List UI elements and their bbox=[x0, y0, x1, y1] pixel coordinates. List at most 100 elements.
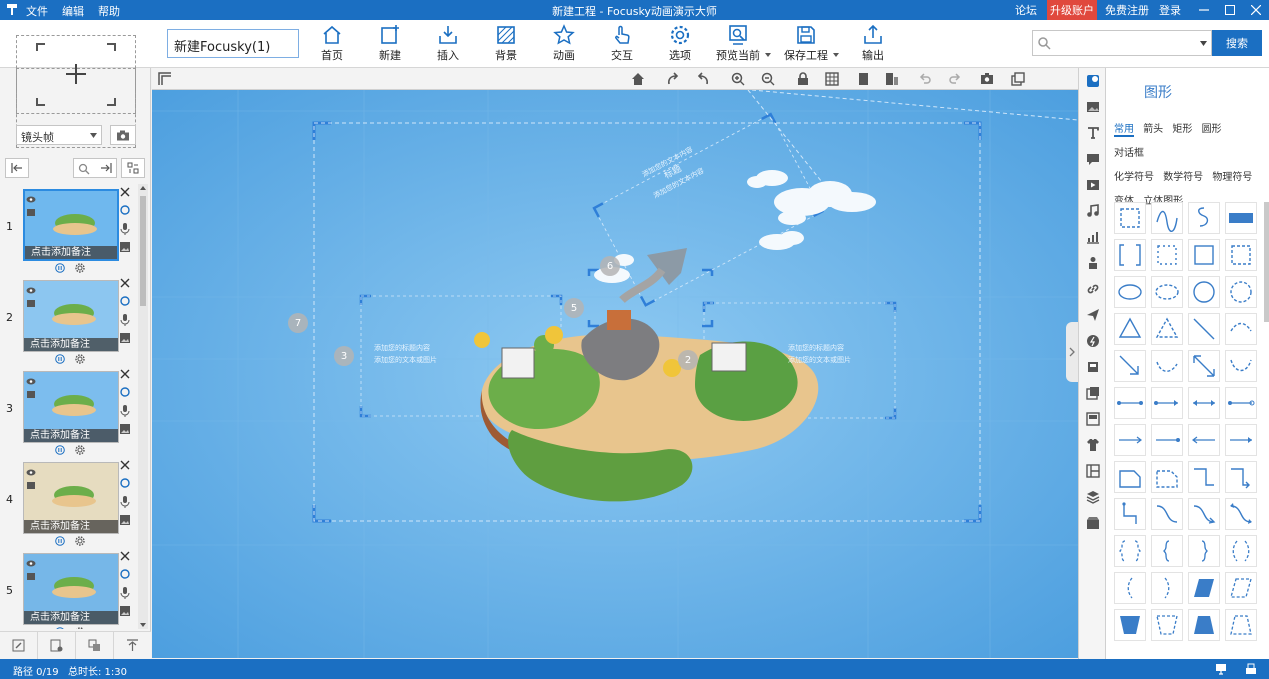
preview-dropdown-icon[interactable] bbox=[765, 53, 771, 57]
shape-paren-right[interactable] bbox=[1151, 572, 1183, 604]
video-icon[interactable] bbox=[1086, 178, 1100, 192]
shape-trapezoid[interactable] bbox=[1114, 609, 1146, 641]
plane-icon[interactable] bbox=[1086, 308, 1100, 322]
rotate-left-icon[interactable] bbox=[696, 72, 710, 86]
slide-settings-gear-icon[interactable] bbox=[75, 263, 85, 273]
path-marker[interactable]: 2 bbox=[678, 350, 698, 370]
shape-trapezoid-dashed[interactable] bbox=[1151, 609, 1183, 641]
shape-double-arrow-diag[interactable] bbox=[1188, 350, 1220, 382]
tab-physics[interactable]: 物理符号 bbox=[1212, 172, 1252, 183]
microphone-icon[interactable] bbox=[120, 223, 130, 235]
pause-icon[interactable] bbox=[55, 354, 65, 364]
shape-line-dots4[interactable] bbox=[1225, 387, 1257, 419]
maximize-icon[interactable] bbox=[1217, 0, 1243, 20]
path-marker[interactable]: 6 bbox=[600, 256, 620, 276]
shape-triangle-dashed[interactable] bbox=[1151, 313, 1183, 345]
shapes-icon[interactable] bbox=[1086, 74, 1100, 88]
animation-effect-icon[interactable] bbox=[120, 295, 130, 307]
scroll-up-icon[interactable] bbox=[140, 186, 146, 190]
shape-curve-arrow[interactable] bbox=[1151, 350, 1183, 382]
slide-thumbnail[interactable]: 3 点击添加备注 bbox=[0, 366, 140, 455]
slide-thumbnail[interactable]: 5 点击添加备注 bbox=[0, 548, 140, 629]
shape-arrow-line[interactable] bbox=[1114, 424, 1146, 456]
shape-rect-fill[interactable] bbox=[1225, 202, 1257, 234]
animation-effect-icon[interactable] bbox=[120, 568, 130, 580]
slide-settings-gear-icon[interactable] bbox=[75, 445, 85, 455]
shape-line-dots3[interactable] bbox=[1188, 387, 1220, 419]
edit-note-button[interactable] bbox=[0, 632, 38, 659]
rotate-right-icon[interactable] bbox=[666, 72, 680, 86]
slide-note[interactable]: 点击添加备注 bbox=[24, 611, 118, 624]
frame-template-icon[interactable] bbox=[1086, 412, 1100, 426]
frame-camera-icon[interactable] bbox=[26, 390, 36, 399]
options-button[interactable]: 选项 bbox=[653, 22, 707, 66]
undo-icon[interactable] bbox=[918, 72, 932, 86]
background-button[interactable]: 背景 bbox=[479, 22, 533, 66]
snap-left-icon[interactable] bbox=[857, 72, 871, 86]
delete-slide-icon[interactable] bbox=[120, 187, 130, 197]
shape-arrow-line3[interactable] bbox=[1188, 424, 1220, 456]
visibility-eye-icon[interactable] bbox=[26, 378, 36, 385]
slide-settings-gear-icon[interactable] bbox=[75, 536, 85, 546]
pause-icon[interactable] bbox=[55, 627, 65, 629]
animation-effect-icon[interactable] bbox=[120, 477, 130, 489]
add-frame-button[interactable] bbox=[16, 35, 136, 114]
microphone-icon[interactable] bbox=[120, 314, 130, 326]
visibility-eye-icon[interactable] bbox=[26, 560, 36, 567]
move-to-top-button[interactable] bbox=[114, 632, 151, 659]
shape-spiral[interactable] bbox=[1188, 202, 1220, 234]
scrollbar-thumb[interactable] bbox=[140, 196, 146, 306]
right-frame-text[interactable]: 添加您的标题内容 添加您的文本或图片 bbox=[788, 342, 851, 366]
shape-paren-left[interactable] bbox=[1114, 572, 1146, 604]
tab-common[interactable]: 常用 bbox=[1114, 124, 1134, 137]
home-view-icon[interactable] bbox=[631, 72, 645, 86]
home-button[interactable]: 首页 bbox=[305, 22, 359, 66]
shape-parallelogram-dashed[interactable] bbox=[1225, 572, 1257, 604]
layout-icon[interactable] bbox=[1086, 464, 1100, 478]
visibility-eye-icon[interactable] bbox=[26, 287, 36, 294]
frame-type-select[interactable]: 镜头帧 bbox=[16, 125, 102, 145]
layout-toggle-button[interactable] bbox=[121, 158, 145, 178]
shape-curve-arrow2[interactable] bbox=[1225, 350, 1257, 382]
shape-brace-left[interactable] bbox=[1151, 535, 1183, 567]
shape-bubble-dashed[interactable] bbox=[1151, 461, 1183, 493]
zoom-out-icon[interactable] bbox=[761, 72, 775, 86]
slide-preview[interactable]: 点击添加备注 bbox=[23, 553, 119, 625]
shape-curve2[interactable] bbox=[1188, 498, 1220, 530]
animation-effect-icon[interactable] bbox=[120, 386, 130, 398]
shape-elbow[interactable] bbox=[1188, 461, 1220, 493]
path-marker[interactable]: 3 bbox=[334, 346, 354, 366]
close-icon[interactable] bbox=[1243, 0, 1269, 20]
save-dropdown-icon[interactable] bbox=[833, 53, 839, 57]
interaction-button[interactable]: 交互 bbox=[595, 22, 649, 66]
right-panel-collapse-handle[interactable] bbox=[1066, 322, 1078, 382]
shape-ellipse[interactable] bbox=[1114, 276, 1146, 308]
tshirt-icon[interactable] bbox=[1086, 438, 1100, 452]
menu-file[interactable]: 文件 bbox=[26, 3, 48, 19]
shape-paren[interactable] bbox=[1225, 535, 1257, 567]
frame-camera-icon[interactable] bbox=[26, 481, 36, 490]
search-button[interactable]: 搜索 bbox=[1212, 30, 1262, 56]
shape-bubble[interactable] bbox=[1114, 461, 1146, 493]
stamp-icon[interactable] bbox=[1086, 360, 1100, 374]
slide-note[interactable]: 点击添加备注 bbox=[25, 246, 117, 259]
slide-settings-gear-icon[interactable] bbox=[75, 354, 85, 364]
chart-icon[interactable] bbox=[1086, 230, 1100, 244]
slide-image-icon[interactable] bbox=[120, 424, 130, 434]
window-mode-icon[interactable] bbox=[1011, 72, 1025, 86]
image-icon[interactable] bbox=[1086, 100, 1100, 114]
slide-preview[interactable]: 点击添加备注 bbox=[23, 189, 119, 261]
thumbnail-zoom-control[interactable] bbox=[73, 158, 117, 178]
path-marker[interactable]: 5 bbox=[564, 298, 584, 318]
register-link[interactable]: 免费注册 bbox=[1105, 2, 1149, 18]
slide-thumbnail[interactable]: 2 点击添加备注 bbox=[0, 275, 140, 364]
shape-brace-double[interactable] bbox=[1114, 535, 1146, 567]
frame-camera-icon[interactable] bbox=[26, 299, 36, 308]
animation-button[interactable]: 动画 bbox=[537, 22, 591, 66]
shape-elbow2[interactable] bbox=[1114, 498, 1146, 530]
frame-camera-icon[interactable] bbox=[26, 572, 36, 581]
slide-note[interactable]: 点击添加备注 bbox=[24, 520, 118, 533]
slide-preview[interactable]: 点击添加备注 bbox=[23, 371, 119, 443]
speech-bubble-icon[interactable] bbox=[1086, 152, 1100, 166]
shape-line-dots[interactable] bbox=[1114, 387, 1146, 419]
